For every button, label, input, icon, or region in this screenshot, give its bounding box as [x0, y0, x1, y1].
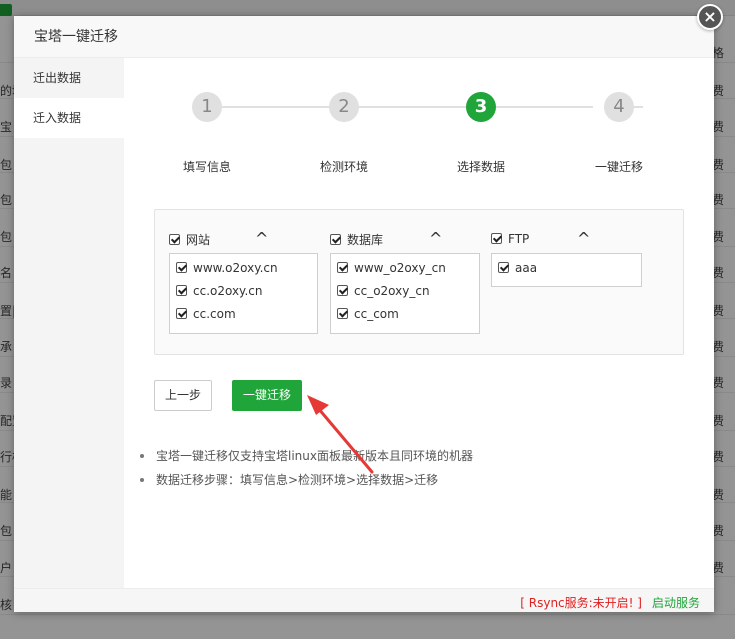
list-item[interactable]: cc_o2oxy_cn: [331, 283, 479, 306]
data-selection-panel: 网站 ^ www.o2oxy.cn cc.o2oxy.cn cc.com 数据库…: [154, 209, 684, 355]
one-click-migrate-button[interactable]: 一键迁移: [232, 380, 302, 411]
group-websites-title: 网站: [186, 233, 211, 247]
item-label: www.o2oxy.cn: [193, 260, 278, 275]
group-databases-collapse-icon[interactable]: ^: [429, 229, 442, 248]
list-item[interactable]: aaa: [492, 260, 641, 283]
group-ftp-checkbox[interactable]: [491, 233, 502, 244]
step-2-label: 检测环境: [320, 160, 369, 174]
start-service-link[interactable]: 启动服务: [652, 594, 700, 611]
item-label: cc_com: [354, 306, 399, 321]
group-websites-checkbox[interactable]: [169, 234, 180, 245]
close-icon[interactable]: ×: [697, 4, 723, 30]
item-checkbox[interactable]: [176, 285, 187, 296]
item-checkbox[interactable]: [337, 308, 348, 319]
modal-footer: [ Rsync服务:未开启! ] 启动服务: [14, 588, 714, 612]
item-checkbox[interactable]: [337, 285, 348, 296]
step-3-label: 选择数据: [457, 160, 506, 174]
rsync-status: [ Rsync服务:未开启! ]: [520, 596, 642, 610]
item-checkbox[interactable]: [176, 308, 187, 319]
group-databases-list: www_o2oxy_cn cc_o2oxy_cn cc_com: [330, 253, 480, 334]
list-item[interactable]: cc_com: [331, 306, 479, 329]
group-websites-collapse-icon[interactable]: ^: [255, 229, 268, 248]
step-4-circle: 4: [604, 92, 634, 122]
step-4-label: 一键迁移: [595, 160, 644, 174]
side-nav: 迁出数据 迁入数据: [14, 58, 124, 588]
item-checkbox[interactable]: [498, 262, 509, 273]
group-databases-header: 数据库: [330, 231, 383, 251]
steps-progress-line: [222, 106, 593, 108]
item-label: aaa: [515, 260, 538, 275]
group-websites-list: www.o2oxy.cn cc.o2oxy.cn cc.com: [169, 253, 318, 334]
list-item[interactable]: www.o2oxy.cn: [170, 260, 317, 283]
item-label: cc_o2oxy_cn: [354, 283, 430, 298]
step-1-circle: 1: [192, 92, 222, 122]
item-checkbox[interactable]: [337, 262, 348, 273]
group-databases-title: 数据库: [347, 233, 384, 247]
list-item[interactable]: cc.com: [170, 306, 317, 329]
group-websites-header: 网站: [169, 231, 210, 251]
step-1-label: 填写信息: [183, 160, 232, 174]
group-ftp-collapse-icon[interactable]: ^: [577, 229, 590, 248]
import-content: 1 2 3 4 填写信息 检测环境 选择数据 一键迁移 网站 ^ www.o2o…: [124, 58, 714, 588]
item-checkbox[interactable]: [176, 262, 187, 273]
step-3-circle: 3: [466, 92, 496, 122]
item-label: www_o2oxy_cn: [354, 260, 446, 275]
item-label: cc.o2oxy.cn: [193, 283, 263, 298]
group-ftp-list: aaa: [491, 253, 642, 287]
step-2-circle: 2: [329, 92, 359, 122]
group-ftp-header: FTP: [491, 231, 529, 251]
list-item[interactable]: www_o2oxy_cn: [331, 260, 479, 283]
prev-step-button[interactable]: 上一步: [154, 380, 212, 411]
modal-title: 宝塔一键迁移: [14, 16, 714, 58]
item-label: cc.com: [193, 306, 236, 321]
list-item[interactable]: cc.o2oxy.cn: [170, 283, 317, 306]
group-databases-checkbox[interactable]: [330, 234, 341, 245]
tip-item: 数据迁移步骤：填写信息>检测环境>选择数据>迁移: [140, 468, 700, 492]
side-item-import[interactable]: 迁入数据: [14, 98, 124, 138]
tips-list: 宝塔一键迁移仅支持宝塔linux面板最新版本且同环境的机器 数据迁移步骤：填写信…: [140, 444, 700, 492]
side-item-export[interactable]: 迁出数据: [14, 58, 124, 98]
group-ftp-title: FTP: [508, 231, 530, 246]
migration-modal: 宝塔一键迁移 迁出数据 迁入数据 1 2 3 4 填写信息 检测环境 选择数据 …: [14, 16, 714, 612]
tip-item: 宝塔一键迁移仅支持宝塔linux面板最新版本且同环境的机器: [140, 444, 700, 468]
